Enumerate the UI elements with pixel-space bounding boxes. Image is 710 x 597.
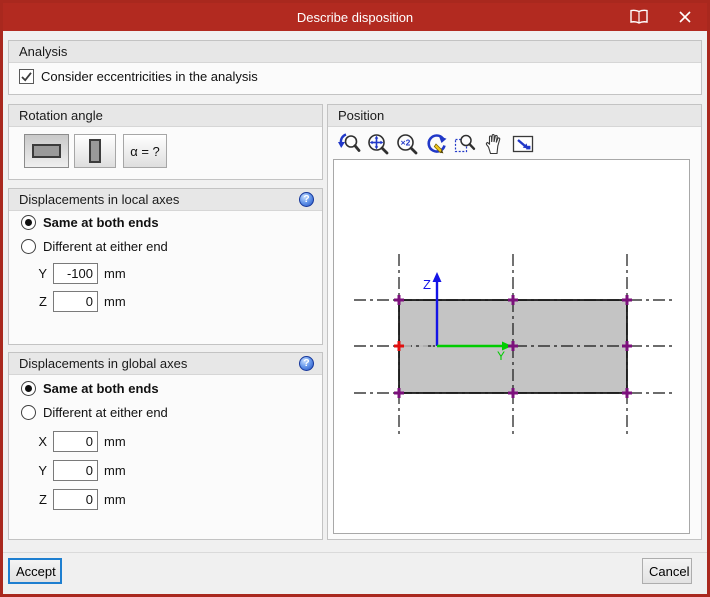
zoom-previous-icon[interactable] — [336, 131, 361, 156]
global-x-label: X — [38, 434, 47, 449]
book-icon — [630, 9, 648, 24]
position-group: Position ×2 Z Y — [327, 104, 702, 540]
radio-selected-icon — [21, 215, 36, 230]
global-same-label: Same at both ends — [43, 381, 159, 396]
global-y-unit: mm — [104, 463, 126, 478]
section-drawing: Z Y — [354, 254, 672, 438]
pan-icon[interactable] — [481, 131, 506, 156]
local-different-label: Different at either end — [43, 239, 168, 254]
local-y-input[interactable] — [53, 263, 98, 284]
global-axes-header-label: Displacements in global axes — [19, 356, 188, 371]
local-axes-header: Displacements in local axes ? — [9, 189, 322, 211]
help-book-button[interactable] — [627, 5, 651, 29]
global-z-field-row: Z mm — [35, 489, 126, 510]
checkbox-label: Consider eccentricities in the analysis — [41, 69, 258, 84]
local-axes-header-label: Displacements in local axes — [19, 192, 180, 207]
global-y-label: Y — [38, 463, 47, 478]
radio-selected-icon — [21, 381, 36, 396]
svg-text:×2: ×2 — [400, 137, 410, 147]
dialog-body: Analysis Consider eccentricities in the … — [3, 31, 707, 594]
local-axes-group: Displacements in local axes ? Same at bo… — [8, 188, 323, 345]
window-title: Describe disposition — [296, 9, 414, 25]
global-same-radio[interactable]: Same at both ends — [21, 381, 159, 396]
y-axis-label: Y — [497, 349, 505, 363]
rotation-horizontal-button[interactable] — [24, 134, 69, 168]
local-same-label: Same at both ends — [43, 215, 159, 230]
z-axis-label: Z — [423, 277, 431, 292]
local-same-radio[interactable]: Same at both ends — [21, 215, 159, 230]
global-axes-header: Displacements in global axes ? — [9, 353, 322, 375]
local-z-unit: mm — [104, 294, 126, 309]
global-different-label: Different at either end — [43, 405, 168, 420]
global-different-radio[interactable]: Different at either end — [21, 405, 168, 420]
cancel-button[interactable]: Cancel — [642, 558, 692, 584]
global-x-field-row: X mm — [35, 431, 126, 452]
local-z-input[interactable] — [53, 291, 98, 312]
titlebar-icons — [627, 3, 697, 31]
global-axes-group: Displacements in global axes ? Same at b… — [8, 352, 323, 540]
consider-eccentricities-checkbox[interactable]: Consider eccentricities in the analysis — [19, 69, 258, 84]
rotation-angle-group: Rotation angle α = ? — [8, 104, 323, 180]
close-icon — [679, 11, 691, 23]
describe-disposition-dialog: Describe disposition Analysis Consider e… — [0, 0, 710, 597]
analysis-header: Analysis — [9, 41, 701, 63]
global-y-field-row: Y mm — [35, 460, 126, 481]
analysis-header-label: Analysis — [19, 44, 68, 59]
position-toolbar: ×2 — [336, 131, 535, 156]
accept-button[interactable]: Accept — [8, 558, 62, 584]
radio-unselected-icon — [21, 405, 36, 420]
zoom-extents-icon[interactable] — [365, 131, 390, 156]
position-header-label: Position — [338, 108, 385, 123]
global-x-unit: mm — [104, 434, 126, 449]
horizontal-section-icon — [32, 144, 61, 158]
zoom-window-icon[interactable] — [452, 131, 477, 156]
fit-to-window-icon[interactable] — [510, 131, 535, 156]
vertical-section-icon — [89, 139, 101, 163]
rotation-custom-angle-button[interactable]: α = ? — [123, 134, 167, 168]
rotation-angle-header-label: Rotation angle — [19, 108, 103, 123]
global-z-label: Z — [39, 492, 47, 507]
local-y-unit: mm — [104, 266, 126, 281]
footer-separator — [3, 552, 707, 553]
checkbox-checked-icon — [19, 69, 34, 84]
zoom-x2-icon[interactable]: ×2 — [394, 131, 419, 156]
titlebar[interactable]: Describe disposition — [3, 3, 707, 31]
position-header: Position — [328, 105, 701, 127]
radio-unselected-icon — [21, 239, 36, 254]
analysis-group: Analysis Consider eccentricities in the … — [8, 40, 702, 95]
local-different-radio[interactable]: Different at either end — [21, 239, 168, 254]
local-z-label: Z — [39, 294, 47, 309]
global-y-input[interactable] — [53, 460, 98, 481]
local-axes-help-icon[interactable]: ? — [299, 192, 314, 207]
rotation-angle-header: Rotation angle — [9, 105, 322, 127]
local-y-label: Y — [38, 266, 47, 281]
local-z-field-row: Z mm — [35, 291, 126, 312]
global-z-unit: mm — [104, 492, 126, 507]
local-y-field-row: Y mm — [35, 263, 126, 284]
global-z-input[interactable] — [53, 489, 98, 510]
section-position-canvas[interactable]: Z Y — [333, 159, 690, 534]
custom-angle-label: α = ? — [130, 143, 160, 159]
global-axes-help-icon[interactable]: ? — [299, 356, 314, 371]
redraw-icon[interactable] — [423, 131, 448, 156]
rotation-vertical-button[interactable] — [74, 134, 116, 168]
close-button[interactable] — [673, 5, 697, 29]
global-x-input[interactable] — [53, 431, 98, 452]
